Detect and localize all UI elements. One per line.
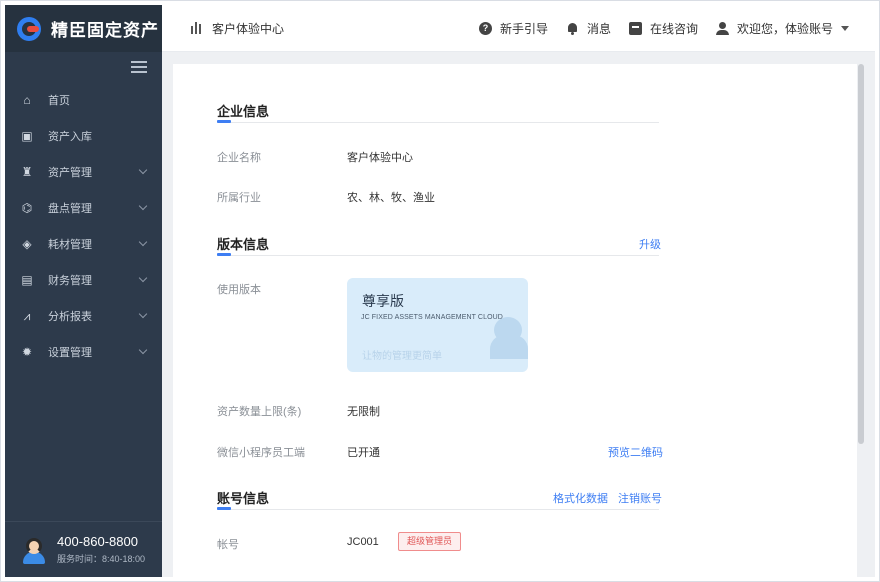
industry-value: 农、林、牧、渔业	[347, 192, 435, 204]
chevron-down-icon	[138, 309, 148, 319]
industry-label: 所属行业	[217, 192, 261, 204]
version-card-slogan: 让物的管理更简单	[362, 351, 442, 362]
breadcrumb-current: 客户体验中心	[212, 21, 285, 36]
sidebar-item-label: 盘点管理	[48, 203, 92, 215]
welcome-label: 欢迎您，体验账号	[736, 21, 833, 36]
enterprise-section-title: 企业信息	[217, 104, 270, 119]
sidebar-item-label: 分析报表	[48, 311, 92, 323]
account-value: JC001	[347, 536, 379, 548]
account-section-title: 账号信息	[217, 491, 270, 506]
chevron-down-icon	[138, 345, 148, 355]
app-name: 精臣固定资产	[51, 21, 159, 40]
sidebar-item-consumables[interactable]: ◈ 耗材管理	[5, 226, 162, 262]
menu-collapse-icon[interactable]	[131, 61, 147, 75]
vertical-scrollbar[interactable]	[858, 64, 864, 444]
wechat-miniapp-label: 微信小程序员工端	[217, 447, 305, 459]
sidebar-item-finance[interactable]: ▤ 财务管理	[5, 262, 162, 298]
chat-icon	[628, 21, 642, 35]
version-card-title: 尊享版	[362, 293, 404, 309]
chevron-down-icon	[138, 201, 148, 211]
breadcrumb: 客户体验中心	[191, 20, 284, 37]
enterprise-name-value: 客户体验中心	[347, 152, 413, 164]
section-accent	[217, 120, 231, 123]
section-accent	[217, 253, 231, 256]
version-card-subtitle: JC FIXED ASSETS MANAGEMENT CLOUD	[361, 314, 503, 321]
building-icon	[191, 22, 203, 34]
caret-down-icon	[841, 25, 849, 31]
settings-icon: ✹	[21, 345, 33, 359]
top-bar: 客户体验中心 ? 新手引导 消息 在线咨询 欢迎您，体验账号	[162, 5, 875, 52]
format-data-link[interactable]: 格式化数据	[553, 490, 608, 506]
sidebar-item-reports[interactable]: ⩘ 分析报表	[5, 298, 162, 334]
cancel-account-link[interactable]: 注销账号	[618, 490, 662, 506]
top-actions: ? 新手引导 消息 在线咨询 欢迎您，体验账号	[461, 20, 849, 37]
home-icon: ⌂	[23, 93, 31, 107]
messages-label: 消息	[586, 21, 611, 36]
chevron-down-icon	[138, 237, 148, 247]
person-illustration-icon	[490, 311, 528, 359]
sidebar-item-label: 资产管理	[48, 167, 92, 179]
bell-icon	[566, 22, 579, 35]
sidebar-item-asset-inbound[interactable]: ▣ 资产入库	[5, 118, 162, 154]
sidebar-item-inventory[interactable]: ⌬ 盘点管理	[5, 190, 162, 226]
service-hours: 服务时间：8:40-18:00	[57, 554, 146, 564]
sidebar-item-label: 设置管理	[48, 347, 92, 359]
enterprise-name-label: 企业名称	[217, 152, 261, 164]
sidebar: 精臣固定资产 ⌂ 首页 ▣ 资产入库 ♜ 资产管理 ⌬ 盘点管理 ◈ 耗材管理 …	[5, 5, 162, 577]
finance-icon: ▤	[21, 273, 33, 287]
brand-logo-icon	[17, 16, 41, 41]
wechat-miniapp-value: 已开通	[347, 447, 380, 459]
version-card: 尊享版 JC FIXED ASSETS MANAGEMENT CLOUD 让物的…	[347, 278, 528, 372]
guide-label: 新手引导	[499, 21, 548, 36]
account-label: 帐号	[217, 539, 239, 551]
sidebar-item-settings[interactable]: ✹ 设置管理	[5, 334, 162, 370]
sidebar-item-label: 首页	[48, 95, 70, 107]
chevron-down-icon	[138, 273, 148, 283]
upgrade-link[interactable]: 升级	[639, 236, 661, 252]
version-used-label: 使用版本	[217, 284, 261, 296]
sidebar-item-label: 资产入库	[48, 131, 92, 143]
role-badge: 超级管理员	[398, 532, 462, 551]
sidebar-item-label: 财务管理	[48, 275, 92, 287]
logo[interactable]: 精臣固定资产	[5, 5, 162, 52]
sidebar-item-home[interactable]: ⌂ 首页	[5, 82, 162, 118]
messages-button[interactable]: 消息	[566, 20, 611, 37]
section-divider	[217, 255, 659, 256]
asset-limit-label: 资产数量上限(条)	[217, 406, 302, 418]
user-icon	[715, 21, 729, 35]
section-accent	[217, 507, 231, 510]
support-hotline: 400-860-8800 服务时间：8:40-18:00	[5, 521, 162, 577]
sidebar-menu: ⌂ 首页 ▣ 资产入库 ♜ 资产管理 ⌬ 盘点管理 ◈ 耗材管理 ▤ 财务管理	[5, 82, 162, 370]
user-menu[interactable]: 欢迎您，体验账号	[715, 20, 849, 37]
hotline-number: 400-860-8800	[57, 534, 138, 549]
chevron-down-icon	[138, 165, 148, 175]
asset-icon: ♜	[21, 165, 33, 179]
consult-button[interactable]: 在线咨询	[628, 20, 698, 37]
asset-limit-value: 无限制	[347, 406, 380, 418]
guide-button[interactable]: ? 新手引导	[478, 20, 548, 37]
sidebar-item-asset-management[interactable]: ♜ 资产管理	[5, 154, 162, 190]
help-icon: ?	[478, 21, 492, 35]
consumables-icon: ◈	[22, 237, 32, 251]
section-divider	[217, 509, 659, 510]
report-icon: ⩘	[23, 309, 31, 323]
inventory-icon: ⌬	[21, 201, 33, 215]
preview-qr-link[interactable]: 预览二维码	[608, 444, 663, 460]
version-section-title: 版本信息	[217, 237, 270, 252]
consult-label: 在线咨询	[649, 21, 698, 36]
customer-service-icon	[21, 536, 47, 564]
section-divider	[217, 122, 659, 123]
sidebar-item-label: 耗材管理	[48, 239, 92, 251]
inbox-icon: ▣	[21, 129, 33, 143]
